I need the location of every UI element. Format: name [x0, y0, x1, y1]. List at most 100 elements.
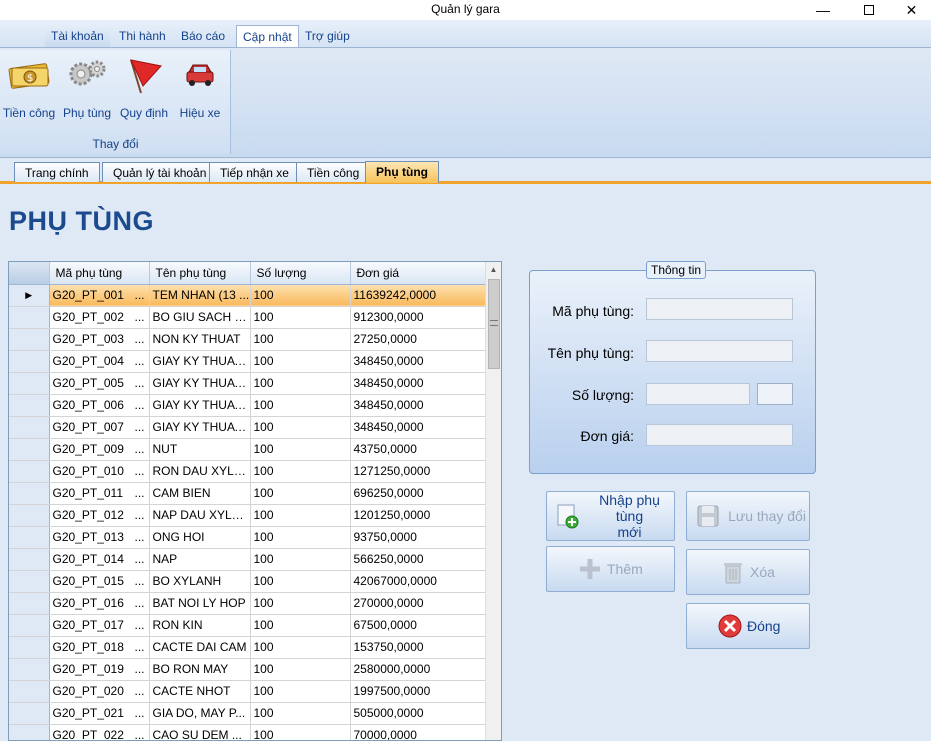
- column-header-don-gia[interactable]: Đơn giá: [350, 262, 487, 285]
- cell-ma[interactable]: G20_PT_015...: [49, 570, 150, 593]
- cell-ten[interactable]: BO XYLANH: [149, 570, 251, 593]
- cell-ma[interactable]: G20_PT_014...: [49, 548, 150, 571]
- select-all-header[interactable]: [9, 262, 50, 285]
- cell-don-gia[interactable]: 1201250,0000: [350, 504, 487, 527]
- cell-so-luong[interactable]: 100: [250, 526, 351, 549]
- so-luong-stepper[interactable]: [757, 383, 793, 405]
- row-header[interactable]: [9, 636, 50, 659]
- cell-so-luong[interactable]: 100: [250, 658, 351, 681]
- cell-so-luong[interactable]: 100: [250, 636, 351, 659]
- cell-don-gia[interactable]: 566250,0000: [350, 548, 487, 571]
- table-row[interactable]: G20_PT_009... NUT 100 43750,0000: [9, 438, 487, 461]
- table-row[interactable]: ▶ G20_PT_001... TEM NHAN (13 ... 100 1163924…: [9, 284, 487, 307]
- dong-button[interactable]: Đóng: [686, 603, 810, 649]
- cell-don-gia[interactable]: 93750,0000: [350, 526, 487, 549]
- ten-phu-tung-input[interactable]: [646, 340, 793, 362]
- tab-quan-ly-tai-khoan[interactable]: Quản lý tài khoản: [102, 162, 218, 182]
- cell-so-luong[interactable]: 100: [250, 592, 351, 615]
- row-header[interactable]: [9, 394, 50, 417]
- cell-don-gia[interactable]: 2580000,0000: [350, 658, 487, 681]
- table-row[interactable]: G20_PT_003... NON KY THUAT 100 27250,0000: [9, 328, 487, 351]
- ribbon-tab-bao-cao[interactable]: Báo cáo: [175, 25, 231, 47]
- phu-tung-ribbon-button[interactable]: Phụ tùng: [58, 56, 116, 120]
- ma-phu-tung-input[interactable]: [646, 298, 793, 320]
- cell-so-luong[interactable]: 100: [250, 614, 351, 637]
- table-row[interactable]: G20_PT_014... NAP 100 566250,0000: [9, 548, 487, 571]
- cell-ma[interactable]: G20_PT_018...: [49, 636, 150, 659]
- column-header-ten[interactable]: Tên phụ tùng: [149, 262, 251, 285]
- parts-grid[interactable]: Mã phụ tùng Tên phụ tùng Số lượng Đơn gi…: [8, 261, 502, 741]
- ribbon-tab-cap-nhat[interactable]: Cập nhật: [236, 25, 299, 47]
- tab-phu-tung[interactable]: Phụ tùng: [365, 161, 439, 183]
- cell-so-luong[interactable]: 100: [250, 482, 351, 505]
- tab-tiep-nhan-xe[interactable]: Tiếp nhận xe: [209, 162, 300, 182]
- cell-so-luong[interactable]: 100: [250, 416, 351, 439]
- cell-ten[interactable]: NON KY THUAT: [149, 328, 251, 351]
- cell-don-gia[interactable]: 505000,0000: [350, 702, 487, 725]
- cell-ten[interactable]: BAT NOI LY HOP: [149, 592, 251, 615]
- maximize-button[interactable]: [846, 0, 892, 20]
- row-header[interactable]: [9, 570, 50, 593]
- row-header[interactable]: ▶: [9, 284, 50, 307]
- cell-don-gia[interactable]: 696250,0000: [350, 482, 487, 505]
- cell-ten[interactable]: NUT: [149, 438, 251, 461]
- cell-ma[interactable]: G20_PT_022...: [49, 724, 150, 740]
- tab-tien-cong[interactable]: Tiền công: [296, 162, 371, 182]
- row-header[interactable]: [9, 372, 50, 395]
- cell-ma[interactable]: G20_PT_016...: [49, 592, 150, 615]
- cell-so-luong[interactable]: 100: [250, 702, 351, 725]
- cell-so-luong[interactable]: 100: [250, 548, 351, 571]
- row-header[interactable]: [9, 526, 50, 549]
- column-header-so-luong[interactable]: Số lượng: [250, 262, 351, 285]
- cell-ten[interactable]: GIA DO, MAY P...: [149, 702, 251, 725]
- cell-ten[interactable]: GIAY KY THUAT...: [149, 394, 251, 417]
- cell-so-luong[interactable]: 100: [250, 306, 351, 329]
- cell-don-gia[interactable]: 1997500,0000: [350, 680, 487, 703]
- cell-so-luong[interactable]: 100: [250, 350, 351, 373]
- row-header[interactable]: [9, 350, 50, 373]
- table-row[interactable]: G20_PT_011... CAM BIEN 100 696250,0000: [9, 482, 487, 505]
- row-header[interactable]: [9, 438, 50, 461]
- scroll-up-icon[interactable]: ▲: [486, 262, 501, 278]
- cell-ten[interactable]: TEM NHAN (13 ...: [149, 284, 251, 307]
- table-row[interactable]: G20_PT_019... BO RON MAY 100 2580000,0000: [9, 658, 487, 681]
- cell-ma[interactable]: G20_PT_005...: [49, 372, 150, 395]
- cell-so-luong[interactable]: 100: [250, 438, 351, 461]
- cell-ma[interactable]: G20_PT_011...: [49, 482, 150, 505]
- cell-don-gia[interactable]: 348450,0000: [350, 350, 487, 373]
- tien-cong-ribbon-button[interactable]: $ Tiền công: [0, 56, 58, 120]
- cell-ten[interactable]: GIAY KY THUAT...: [149, 372, 251, 395]
- row-header[interactable]: [9, 416, 50, 439]
- cell-ma[interactable]: G20_PT_006...: [49, 394, 150, 417]
- cell-don-gia[interactable]: 42067000,0000: [350, 570, 487, 593]
- cell-don-gia[interactable]: 67500,0000: [350, 614, 487, 637]
- cell-so-luong[interactable]: 100: [250, 504, 351, 527]
- cell-ma[interactable]: G20_PT_021...: [49, 702, 150, 725]
- cell-ten[interactable]: RON DAU XYLA...: [149, 460, 251, 483]
- cell-don-gia[interactable]: 70000,0000: [350, 724, 487, 740]
- hieu-xe-ribbon-button[interactable]: Hiệu xe: [171, 56, 229, 120]
- row-header[interactable]: [9, 614, 50, 637]
- cell-ma[interactable]: G20_PT_019...: [49, 658, 150, 681]
- table-row[interactable]: G20_PT_016... BAT NOI LY HOP 100 270000,000…: [9, 592, 487, 615]
- so-luong-input[interactable]: [646, 383, 750, 405]
- vertical-scrollbar[interactable]: ▲: [485, 262, 501, 740]
- row-header[interactable]: [9, 592, 50, 615]
- them-button[interactable]: Thêm: [546, 546, 675, 592]
- xoa-button[interactable]: Xóa: [686, 549, 810, 595]
- cell-so-luong[interactable]: 100: [250, 328, 351, 351]
- table-row[interactable]: G20_PT_021... GIA DO, MAY P... 100 505000,0…: [9, 702, 487, 725]
- cell-don-gia[interactable]: 11639242,0000: [350, 284, 487, 307]
- cell-ten[interactable]: GIAY KY THUAT...: [149, 416, 251, 439]
- row-header[interactable]: [9, 482, 50, 505]
- table-row[interactable]: G20_PT_017... RON KIN 100 67500,0000: [9, 614, 487, 637]
- row-header[interactable]: [9, 460, 50, 483]
- table-row[interactable]: G20_PT_006... GIAY KY THUAT... 100 348450,0…: [9, 394, 487, 417]
- ribbon-tab-tro-giup[interactable]: Trợ giúp: [299, 25, 356, 47]
- cell-don-gia[interactable]: 348450,0000: [350, 372, 487, 395]
- cell-so-luong[interactable]: 100: [250, 394, 351, 417]
- luu-thay-doi-button[interactable]: Lưu thay đổi: [686, 491, 810, 541]
- table-row[interactable]: G20_PT_002... BO GIU SACH XE 100 912300,000…: [9, 306, 487, 329]
- tab-trang-chinh[interactable]: Trang chính: [14, 162, 100, 182]
- cell-ten[interactable]: GIAY KY THUAT...: [149, 350, 251, 373]
